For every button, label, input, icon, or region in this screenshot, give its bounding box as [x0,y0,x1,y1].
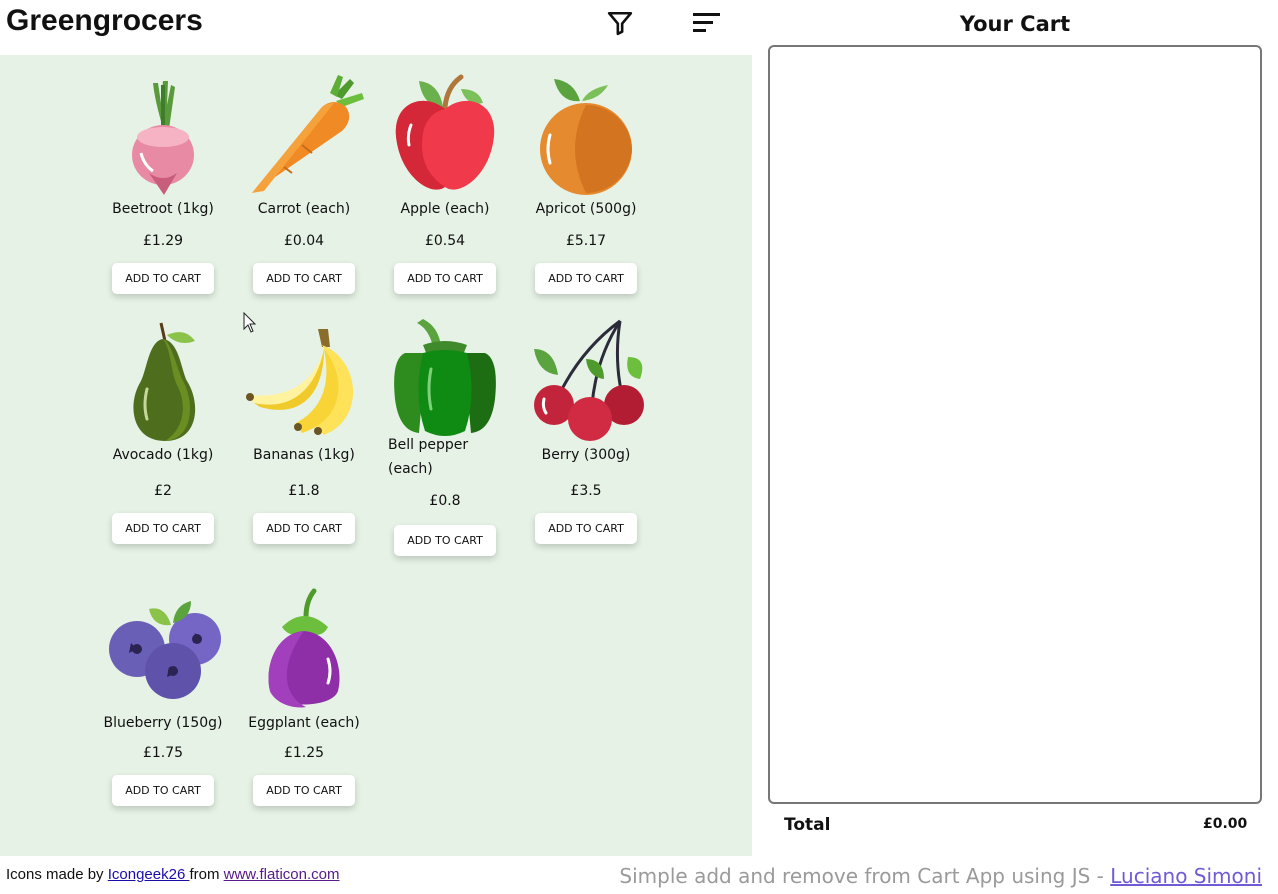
credit-middle: from [189,866,224,883]
apple-icon [395,74,495,190]
product-price: £1.8 [288,483,320,499]
product-price: £5.17 [565,233,607,249]
product-card: Bell pepper (each) £0.8 ADD TO CART [378,319,512,556]
product-price: £3.5 [570,483,602,499]
add-to-cart-button[interactable]: ADD TO CART [112,263,214,294]
filter-icon [607,11,633,36]
eggplant-icon [268,588,340,708]
add-to-cart-button[interactable]: ADD TO CART [535,513,637,544]
product-price: £1.25 [283,745,325,761]
product-price: £0.54 [424,233,466,249]
product-price: £2 [154,483,172,499]
product-card: Beetroot (1kg) £1.29 ADD TO CART [96,73,230,294]
bananas-icon [246,329,354,435]
add-to-cart-button[interactable]: ADD TO CART [394,525,496,556]
product-card: Blueberry (150g) £1.75 ADD TO CART [96,587,230,806]
cart-total-value: £0.00 [1203,816,1248,832]
author-link[interactable]: Luciano Simoni [1110,864,1262,888]
product-name: Avocado (1kg) [112,447,214,463]
product-name: Eggplant (each) [248,715,360,731]
product-name: Blueberry (150g) [103,715,223,731]
product-price: £1.29 [142,233,184,249]
cart-total-label: Total [784,815,831,835]
product-panel: Beetroot (1kg) £1.29 ADD TO CART Carrot … [0,55,752,856]
product-price: £0.8 [429,493,461,509]
carrot-icon [252,75,364,193]
credit-site-link[interactable]: www.flaticon.com [224,866,340,883]
attribution-text: Simple add and remove from Cart App usin… [619,864,1111,888]
beetroot-icon [132,81,194,195]
product-price: £1.75 [142,745,184,761]
credit-prefix: Icons made by [6,866,108,883]
product-name: Apricot (500g) [535,201,637,217]
credit-author-link[interactable]: Icongeek26 [108,866,190,883]
product-name: Berry (300g) [541,447,631,463]
product-card: Bananas (1kg) £1.8 ADD TO CART [237,319,371,544]
app-attribution: Simple add and remove from Cart App usin… [619,864,1262,888]
product-card: Carrot (each) £0.04 ADD TO CART [237,73,371,294]
product-name: Bell pepper (each) [388,437,469,477]
icon-credit: Icons made by Icongeek26 from www.flatic… [6,866,340,883]
add-to-cart-button[interactable]: ADD TO CART [253,775,355,806]
add-to-cart-button[interactable]: ADD TO CART [253,263,355,294]
product-price: £0.04 [283,233,325,249]
product-card: Apricot (500g) £5.17 ADD TO CART [519,73,653,294]
product-card: Berry (300g) £3.5 ADD TO CART [519,319,653,544]
product-name: Carrot (each) [257,201,351,217]
product-card: Avocado (1kg) £2 ADD TO CART [96,319,230,544]
add-to-cart-button[interactable]: ADD TO CART [535,263,637,294]
bell-pepper-icon [394,319,496,436]
add-to-cart-button[interactable]: ADD TO CART [112,513,214,544]
apricot-icon [540,79,632,195]
product-card: Eggplant (each) £1.25 ADD TO CART [237,587,371,806]
product-name: Apple (each) [400,201,490,217]
sort-button[interactable] [689,5,725,41]
filter-button[interactable] [602,5,638,41]
product-card: Apple (each) £0.54 ADD TO CART [378,73,512,294]
mouse-cursor-icon [243,312,257,333]
add-to-cart-button[interactable]: ADD TO CART [394,263,496,294]
blueberry-icon [109,601,221,699]
add-to-cart-button[interactable]: ADD TO CART [112,775,214,806]
product-name: Beetroot (1kg) [112,201,214,217]
sort-icon [693,13,720,32]
app-title: Greengrocers [6,4,203,37]
cart-title: Your Cart [959,12,1071,36]
add-to-cart-button[interactable]: ADD TO CART [253,513,355,544]
product-name: Bananas (1kg) [253,447,355,463]
cart-items-list[interactable] [768,45,1262,804]
avocado-icon [133,322,196,441]
berry-icon [534,319,644,441]
